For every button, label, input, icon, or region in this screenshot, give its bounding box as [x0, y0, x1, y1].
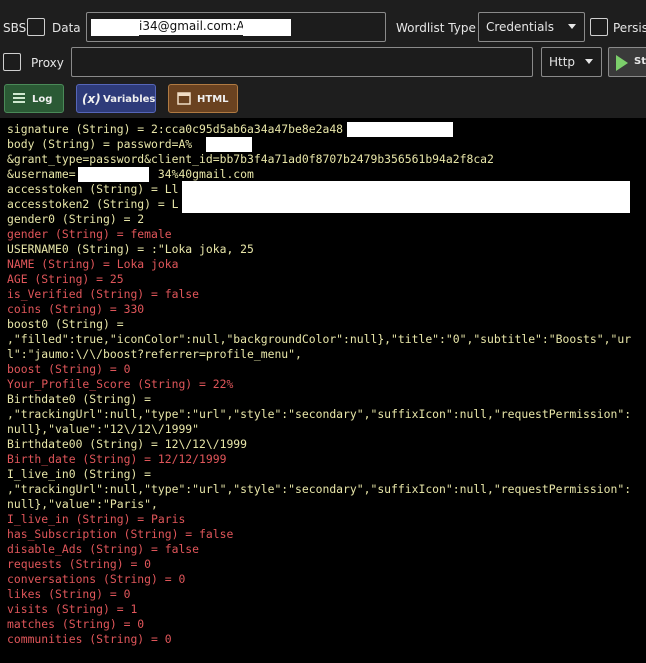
tab-variables[interactable]: (x) Variables	[76, 84, 156, 113]
log-line: boost (String) = 0	[7, 362, 131, 376]
log-line: communities (String) = 0	[7, 632, 172, 646]
log-line: I_live_in (String) = Paris	[7, 512, 186, 526]
sbs-label: SBS	[3, 21, 27, 35]
log-line: matches (String) = 0	[7, 617, 145, 631]
chevron-down-icon	[585, 59, 593, 64]
toolbar: SBS Data i34@gmail.com:A@ Wordlist Type …	[0, 0, 646, 118]
persist-label: Persist	[613, 21, 646, 35]
tab-variables-label: Variables	[103, 94, 156, 105]
log-line: Birthdate0 (String) =	[7, 392, 152, 406]
log-line: Your_Profile_Score (String) = 22%	[7, 377, 234, 391]
log-line: is_Verified (String) = false	[7, 287, 200, 301]
log-output[interactable]: signature (String) = 2:cca0c95d5ab6a34a4…	[0, 118, 646, 663]
tab-html-label: HTML	[197, 94, 229, 105]
log-line: l":"jaumo:\/\/boost?referrer=profile_men…	[7, 347, 302, 361]
log-line: NAME (String) = Loka joka	[7, 257, 179, 271]
log-line: signature (String) = 2:cca0c95d5ab6a34a4…	[7, 122, 344, 136]
log-line: ,"trackingUrl":null,"type":"url","style"…	[7, 482, 632, 496]
log-line: gender (String) = female	[7, 227, 172, 241]
chevron-down-icon	[568, 24, 576, 29]
tab-log[interactable]: Log	[4, 84, 64, 113]
log-line: boost0 (String) =	[7, 317, 124, 331]
list-icon	[12, 91, 26, 108]
proxy-type-select[interactable]: Http	[541, 47, 602, 77]
start-button[interactable]: Sta	[608, 47, 646, 77]
log-line: accesstoken (String) = Ll	[7, 182, 179, 196]
log-line: &grant_type=password&client_id=bb7b3f4a7…	[7, 152, 494, 166]
redaction-box	[206, 137, 252, 152]
log-line: AGE (String) = 25	[7, 272, 124, 286]
tab-log-label: Log	[32, 94, 53, 105]
wordlist-type-select[interactable]: Credentials	[478, 12, 585, 42]
log-line: has_Subscription (String) = false	[7, 527, 234, 541]
data-value: i34@gmail.com:A@	[139, 19, 259, 35]
data-input[interactable]: i34@gmail.com:A@	[86, 12, 386, 42]
sbs-checkbox[interactable]	[27, 18, 45, 36]
log-line: requests (String) = 0	[7, 557, 152, 571]
proxy-checkbox[interactable]	[3, 53, 21, 71]
log-line: null},"value":"Paris",	[7, 497, 158, 511]
log-line: body (String) = password=A%	[7, 137, 193, 151]
redaction-box	[243, 19, 291, 36]
log-line: Birth_date (String) = 12/12/1999	[7, 452, 227, 466]
play-icon	[616, 55, 628, 71]
variable-icon: (x)	[82, 92, 101, 106]
redaction-box	[78, 167, 149, 182]
redaction-box	[91, 19, 139, 36]
log-line: coins (String) = 330	[7, 302, 145, 316]
proxy-label: Proxy	[31, 56, 64, 70]
log-line: disable_Ads (String) = false	[7, 542, 200, 556]
log-line: likes (String) = 0	[7, 587, 131, 601]
start-label: Sta	[634, 56, 646, 67]
log-line: visits (String) = 1	[7, 602, 138, 616]
persist-checkbox[interactable]	[590, 18, 608, 36]
log-line: ,"filled":true,"iconColor":null,"backgro…	[7, 332, 632, 346]
log-line: ,"trackingUrl":null,"type":"url","style"…	[7, 407, 632, 421]
window-icon	[177, 92, 191, 108]
proxy-type-value: Http	[549, 55, 576, 69]
log-line: Birthdate00 (String) = 12\/12\/1999	[7, 437, 248, 451]
redaction-box	[182, 181, 630, 213]
redaction-box	[347, 122, 453, 137]
log-line: accesstoken2 (String) = L	[7, 197, 179, 211]
log-line: I_live_in0 (String) =	[7, 467, 152, 481]
wordlist-type-label: Wordlist Type	[396, 21, 476, 35]
data-label: Data	[52, 21, 81, 35]
log-line: conversations (String) = 0	[7, 572, 186, 586]
tab-html[interactable]: HTML	[168, 84, 238, 113]
log-line: null},"value":"12\/12\/1999"	[7, 422, 200, 436]
log-line: gender0 (String) = 2	[7, 212, 145, 226]
wordlist-type-value: Credentials	[486, 20, 555, 34]
proxy-input[interactable]	[71, 47, 533, 77]
log-line: USERNAME0 (String) = :"Loka joka, 25	[7, 242, 254, 256]
